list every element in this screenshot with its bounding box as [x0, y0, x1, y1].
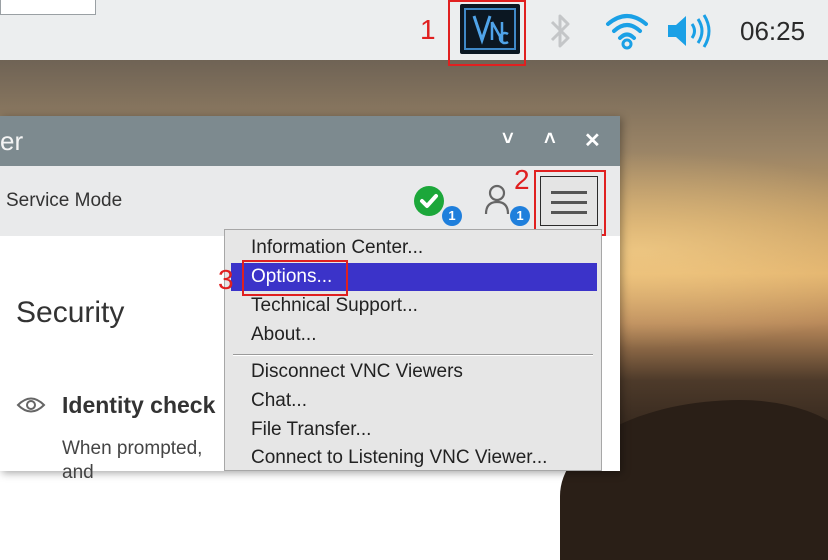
wifi-icon[interactable] — [604, 10, 650, 52]
menu-item-chat[interactable]: Chat... — [231, 387, 597, 415]
menu-item-information-center[interactable]: Information Center... — [231, 234, 597, 262]
volume-icon[interactable] — [664, 10, 716, 52]
annotation-number-3: 3 — [218, 264, 234, 295]
window-title: er — [0, 126, 24, 156]
identity-check-label: Identity check — [62, 392, 216, 418]
menu-item-technical-support[interactable]: Technical Support... — [231, 292, 597, 320]
menu-item-disconnect-viewers[interactable]: Disconnect VNC Viewers — [231, 358, 597, 386]
maximize-button[interactable]: ˄ — [544, 128, 556, 151]
eye-icon — [16, 397, 46, 413]
users-count-badge: 1 — [510, 206, 530, 226]
top-panel: 06:25 — [0, 0, 828, 60]
annotation-box-options — [242, 260, 348, 296]
annotation-number-2: 2 — [514, 164, 530, 195]
identity-prompt-text-line2: and — [62, 462, 94, 483]
window-titlebar[interactable]: er ˅ ˄ ✕ — [0, 116, 620, 166]
status-check-icon[interactable] — [414, 186, 444, 216]
checkmark-icon — [420, 194, 438, 208]
panel-launcher-box[interactable] — [0, 0, 96, 15]
status-count-badge: 1 — [442, 206, 462, 226]
bluetooth-icon[interactable] — [548, 10, 574, 52]
service-mode-label: Service Mode — [6, 190, 123, 211]
security-heading: Security — [16, 296, 125, 329]
menu-item-file-transfer[interactable]: File Transfer... — [231, 416, 597, 444]
menu-item-about[interactable]: About... — [231, 321, 597, 349]
menu-separator — [233, 354, 593, 356]
annotation-box-menu — [534, 170, 606, 236]
clock: 06:25 — [740, 16, 806, 46]
menu-item-connect-listening-viewer[interactable]: Connect to Listening VNC Viewer... — [231, 444, 597, 472]
minimize-button[interactable]: ˅ — [502, 128, 514, 151]
annotation-box-vnc — [448, 0, 526, 66]
annotation-number-1: 1 — [420, 14, 436, 45]
users-icon[interactable] — [484, 184, 514, 216]
close-button[interactable]: ✕ — [584, 128, 601, 153]
identity-prompt-text: When prompted, — [62, 438, 203, 459]
